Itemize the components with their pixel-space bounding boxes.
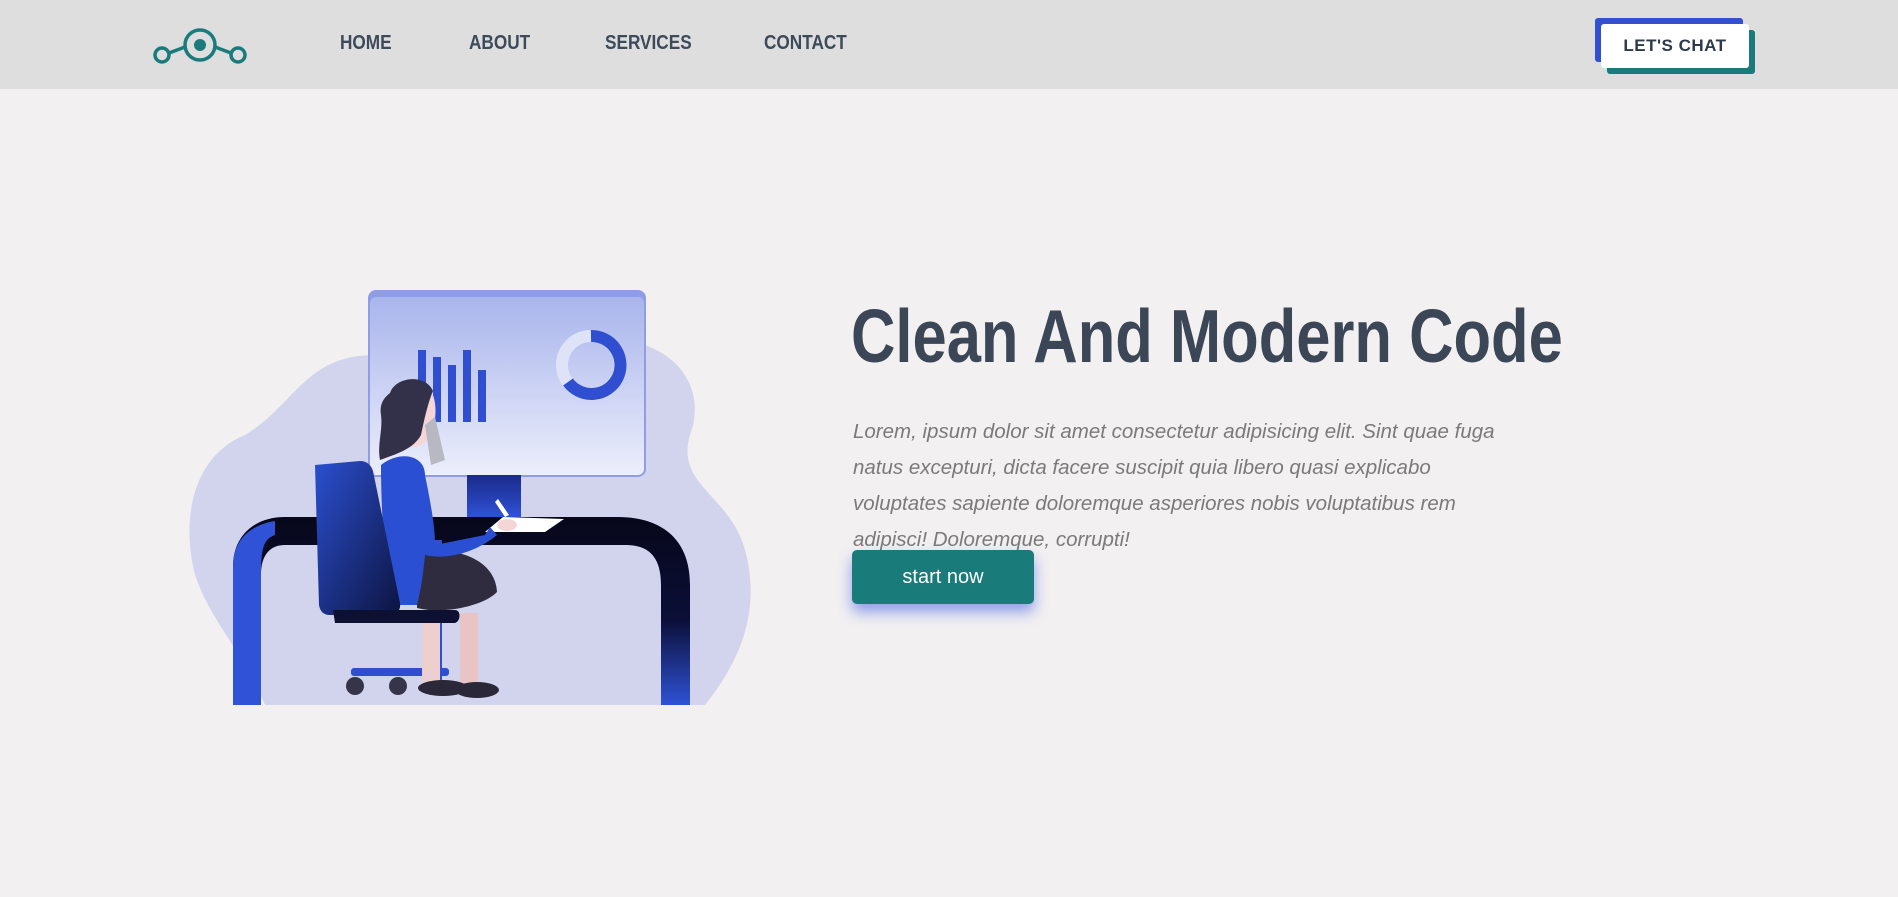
nav-about[interactable]: ABOUT bbox=[469, 32, 530, 55]
nav-services[interactable]: SERVICES bbox=[605, 32, 692, 55]
nav-contact[interactable]: CONTACT bbox=[764, 32, 847, 55]
lets-chat-button[interactable]: LET'S CHAT bbox=[1601, 24, 1749, 68]
woman-at-desk-illustration bbox=[189, 290, 751, 705]
hero-title: Clean And Modern Code bbox=[851, 294, 1563, 378]
lets-chat-wrapper: LET'S CHAT bbox=[1595, 18, 1757, 75]
logo-icon[interactable] bbox=[153, 25, 247, 69]
main-nav: HOME ABOUT SERVICES CONTACT bbox=[340, 32, 939, 55]
start-now-button[interactable]: start now bbox=[852, 550, 1034, 604]
hero-description: Lorem, ipsum dolor sit amet consectetur … bbox=[853, 420, 1495, 551]
nav-home[interactable]: HOME bbox=[340, 32, 392, 55]
site-header: HOME ABOUT SERVICES CONTACT LET'S CHAT bbox=[0, 0, 1898, 89]
